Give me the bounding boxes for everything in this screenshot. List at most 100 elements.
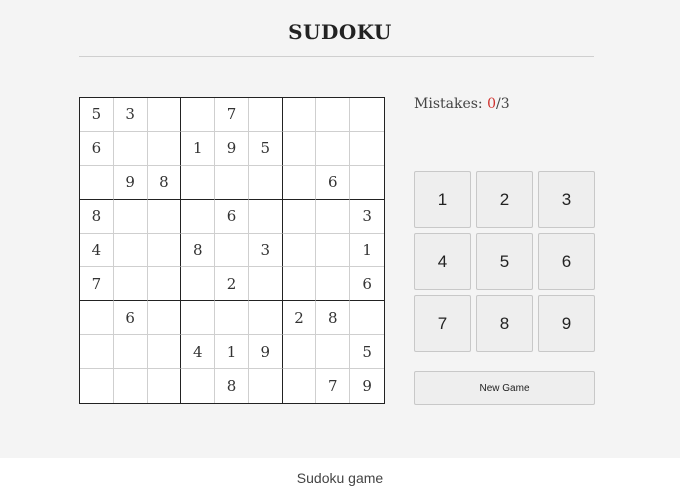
board-cell-r9-c2[interactable] bbox=[114, 369, 148, 403]
board-cell-r8-c3[interactable] bbox=[147, 335, 182, 370]
board-cell-r3-c3[interactable]: 8 bbox=[147, 165, 182, 200]
mistakes-counter: Mistakes: 0/3 bbox=[414, 96, 510, 112]
board-cell-r7-c9[interactable] bbox=[350, 301, 384, 336]
board-cell-r7-c5[interactable] bbox=[215, 301, 249, 336]
board-cell-r5-c5[interactable] bbox=[215, 233, 249, 268]
board-cell-r6-c3[interactable] bbox=[147, 267, 182, 302]
board-cell-r6-c7[interactable] bbox=[282, 267, 317, 302]
board-cell-r6-c2[interactable] bbox=[113, 267, 148, 302]
board-cell-r1-c4[interactable] bbox=[181, 98, 216, 132]
board-cell-r5-c2[interactable] bbox=[113, 233, 148, 268]
board-cell-r9-c9[interactable]: 9 bbox=[350, 369, 384, 403]
number-button-5[interactable]: 5 bbox=[476, 233, 533, 290]
board-cell-r2-c8[interactable] bbox=[316, 131, 351, 166]
board-cell-r2-c1[interactable]: 6 bbox=[80, 131, 114, 166]
board-cell-r6-c5[interactable]: 2 bbox=[215, 267, 249, 302]
board-cell-r1-c3[interactable] bbox=[147, 98, 182, 132]
board-cell-r2-c7[interactable] bbox=[282, 131, 317, 166]
board-cell-r3-c6[interactable] bbox=[248, 165, 283, 200]
board-cell-r2-c9[interactable] bbox=[350, 132, 384, 166]
board-cell-r3-c2[interactable]: 9 bbox=[113, 165, 148, 200]
board-cell-r2-c2[interactable] bbox=[113, 131, 148, 166]
mistakes-max: 3 bbox=[500, 96, 510, 112]
board-cell-r4-c4[interactable] bbox=[181, 199, 216, 234]
number-button-3[interactable]: 3 bbox=[538, 171, 595, 228]
board-cell-r4-c3[interactable] bbox=[147, 199, 182, 234]
board-cell-r1-c8[interactable] bbox=[316, 98, 351, 132]
board-cell-r3-c8[interactable]: 6 bbox=[316, 165, 351, 200]
board-cell-r4-c1[interactable]: 8 bbox=[80, 199, 114, 234]
number-button-1[interactable]: 1 bbox=[414, 171, 471, 228]
board-cell-r1-c2[interactable]: 3 bbox=[113, 98, 148, 132]
board-cell-r3-c4[interactable] bbox=[181, 165, 216, 200]
title-divider bbox=[79, 56, 594, 57]
board-cell-r4-c2[interactable] bbox=[113, 199, 148, 234]
board-cell-r3-c9[interactable] bbox=[350, 166, 384, 200]
board-cell-r4-c8[interactable] bbox=[316, 199, 351, 234]
board-cell-r7-c6[interactable] bbox=[248, 301, 283, 336]
board-cell-r6-c6[interactable] bbox=[248, 267, 283, 302]
board-cell-r9-c1[interactable] bbox=[80, 369, 114, 403]
board-cell-r6-c9[interactable]: 6 bbox=[350, 267, 384, 302]
board-cell-r8-c4[interactable]: 4 bbox=[181, 335, 216, 370]
board-cell-r7-c7[interactable]: 2 bbox=[282, 301, 317, 336]
board-cell-r9-c5[interactable]: 8 bbox=[215, 369, 249, 403]
board-cell-r3-c1[interactable] bbox=[80, 165, 114, 200]
board-cell-r7-c2[interactable]: 6 bbox=[113, 301, 148, 336]
board-cell-r7-c8[interactable]: 8 bbox=[316, 301, 351, 336]
board-cell-r9-c3[interactable] bbox=[148, 369, 182, 403]
board-cell-r1-c9[interactable] bbox=[350, 98, 384, 132]
board-cell-r5-c8[interactable] bbox=[316, 233, 351, 268]
board-cell-r8-c2[interactable] bbox=[113, 335, 148, 370]
board-cell-r5-c4[interactable]: 8 bbox=[181, 233, 216, 268]
board-cell-r1-c6[interactable] bbox=[248, 98, 283, 132]
board-cell-r9-c7[interactable] bbox=[283, 369, 317, 403]
board-cell-r2-c5[interactable]: 9 bbox=[215, 131, 249, 166]
page-title: SUDOKU bbox=[288, 20, 392, 44]
sudoku-board: 537619598686348317266284195879 bbox=[79, 97, 385, 404]
board-cell-r6-c4[interactable] bbox=[181, 267, 216, 302]
board-cell-r3-c5[interactable] bbox=[215, 165, 249, 200]
board-cell-r2-c3[interactable] bbox=[147, 131, 182, 166]
board-cell-r1-c7[interactable] bbox=[282, 98, 317, 132]
number-button-9[interactable]: 9 bbox=[538, 295, 595, 352]
board-cell-r8-c9[interactable]: 5 bbox=[350, 335, 384, 370]
board-cell-r8-c1[interactable] bbox=[80, 335, 114, 370]
number-button-4[interactable]: 4 bbox=[414, 233, 471, 290]
board-cell-r4-c6[interactable] bbox=[248, 199, 283, 234]
board-cell-r9-c6[interactable] bbox=[249, 369, 283, 403]
board-cell-r2-c4[interactable]: 1 bbox=[181, 131, 216, 166]
new-game-button[interactable]: New Game bbox=[414, 371, 595, 405]
board-cell-r7-c4[interactable] bbox=[181, 301, 216, 336]
board-cell-r8-c6[interactable]: 9 bbox=[248, 335, 283, 370]
board-cell-r9-c8[interactable]: 7 bbox=[316, 369, 351, 403]
board-cell-r2-c6[interactable]: 5 bbox=[248, 131, 283, 166]
number-button-2[interactable]: 2 bbox=[476, 171, 533, 228]
board-cell-r6-c1[interactable]: 7 bbox=[80, 267, 114, 302]
board-cell-r4-c5[interactable]: 6 bbox=[215, 199, 249, 234]
board-cell-r5-c6[interactable]: 3 bbox=[248, 233, 283, 268]
game-area: SUDOKU 537619598686348317266284195879 Mi… bbox=[0, 0, 680, 458]
board-cell-r6-c8[interactable] bbox=[316, 267, 351, 302]
board-cell-r5-c9[interactable]: 1 bbox=[350, 234, 384, 268]
number-button-6[interactable]: 6 bbox=[538, 233, 595, 290]
number-button-7[interactable]: 7 bbox=[414, 295, 471, 352]
mistakes-label: Mistakes: bbox=[414, 96, 488, 112]
board-cell-r8-c5[interactable]: 1 bbox=[215, 335, 249, 370]
board-cell-r9-c4[interactable] bbox=[181, 369, 216, 403]
board-cell-r1-c5[interactable]: 7 bbox=[215, 98, 249, 132]
board-cell-r1-c1[interactable]: 5 bbox=[80, 98, 114, 132]
board-cell-r4-c9[interactable]: 3 bbox=[350, 200, 384, 234]
board-cell-r7-c3[interactable] bbox=[147, 301, 182, 336]
number-button-8[interactable]: 8 bbox=[476, 295, 533, 352]
board-cell-r4-c7[interactable] bbox=[282, 199, 317, 234]
board-cell-r8-c8[interactable] bbox=[316, 335, 351, 370]
board-cell-r5-c7[interactable] bbox=[282, 233, 317, 268]
board-cell-r8-c7[interactable] bbox=[282, 335, 317, 370]
board-cell-r5-c1[interactable]: 4 bbox=[80, 233, 114, 268]
board-cell-r7-c1[interactable] bbox=[80, 301, 114, 336]
board-cell-r5-c3[interactable] bbox=[147, 233, 182, 268]
board-cell-r3-c7[interactable] bbox=[282, 165, 317, 200]
number-pad: 123 456 789 bbox=[414, 171, 595, 352]
mistakes-count: 0 bbox=[487, 96, 497, 112]
